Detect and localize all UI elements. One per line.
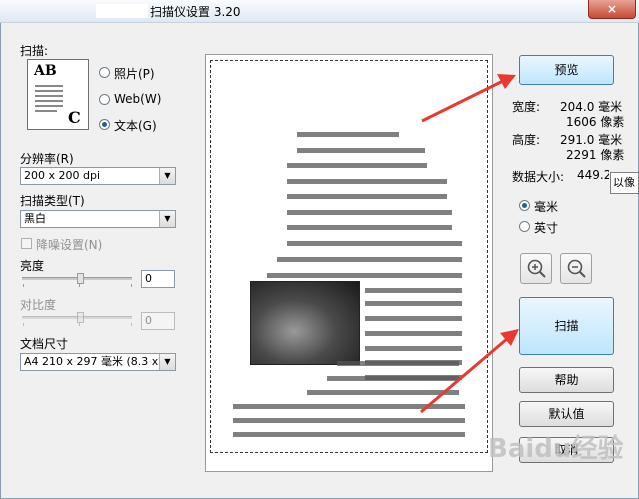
arrow-to-preview [421, 78, 506, 123]
annotation-arrows [420, 74, 519, 414]
baidu-watermark: Baidu经验 [488, 434, 624, 464]
arrow-to-scan [420, 336, 509, 414]
